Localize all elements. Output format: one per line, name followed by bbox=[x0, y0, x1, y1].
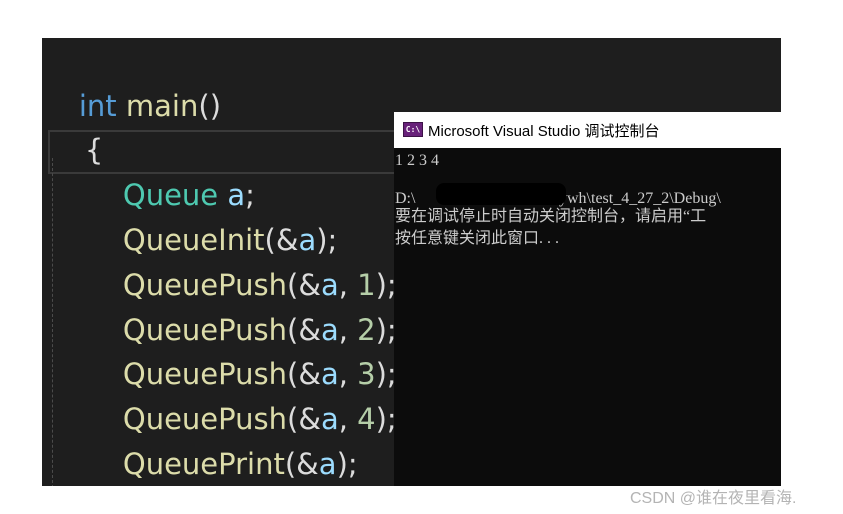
code-line-8[interactable]: QueuePush(&a, 4); bbox=[86, 353, 397, 436]
console-path-suffix: ywh\test_4_27_2\Debug\ bbox=[559, 190, 721, 207]
code-line-5[interactable]: QueuePush(&a, 1); bbox=[86, 219, 397, 302]
console-output-numbers: 1 2 3 4 bbox=[395, 152, 439, 169]
parens: () bbox=[198, 89, 222, 123]
punct: (& bbox=[284, 447, 319, 481]
visual-studio-icon: C:\ bbox=[403, 122, 423, 137]
var-a: a bbox=[318, 447, 337, 481]
code-line-2[interactable]: { bbox=[48, 84, 103, 167]
debug-console-window[interactable]: C:\ Microsoft Visual Studio 调试控制台 1 2 3 … bbox=[394, 112, 781, 486]
function-queueprint: QueuePrint bbox=[122, 447, 285, 481]
console-title: Microsoft Visual Studio 调试控制台 bbox=[428, 123, 660, 140]
console-path-prefix: D:\ bbox=[395, 190, 416, 207]
number-literal: 4 bbox=[357, 402, 376, 436]
function-main: main bbox=[125, 89, 199, 123]
code-line-1[interactable]: int main() bbox=[42, 40, 221, 123]
code-line-6[interactable]: QueuePush(&a, 2); bbox=[86, 264, 397, 347]
code-line-3[interactable]: Queue a; bbox=[86, 129, 255, 212]
code-line-9[interactable]: QueuePrint(&a); bbox=[86, 398, 358, 481]
redaction-mark bbox=[436, 183, 566, 205]
console-press-key-line: 按任意键关闭此窗口. . . bbox=[395, 230, 560, 247]
code-line-4[interactable]: QueueInit(&a); bbox=[86, 174, 337, 257]
console-titlebar[interactable]: C:\ Microsoft Visual Studio 调试控制台 bbox=[394, 112, 781, 148]
watermark-text: CSDN @谁在夜里看海. bbox=[630, 490, 797, 507]
console-message-line: 要在调试停止时自动关闭控制台，请启用“工 bbox=[395, 208, 707, 225]
code-line-7[interactable]: QueuePush(&a, 3); bbox=[86, 308, 397, 391]
punct: ); bbox=[336, 447, 358, 481]
